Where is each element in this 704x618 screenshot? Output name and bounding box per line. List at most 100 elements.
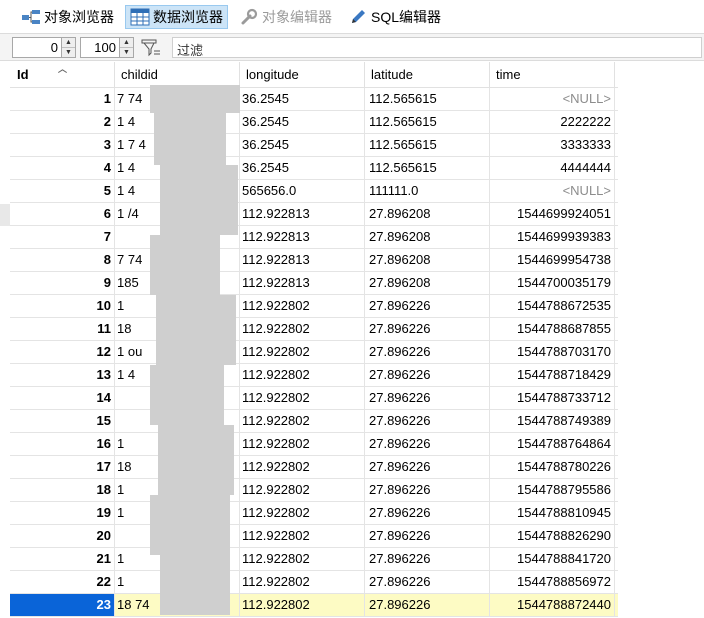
cell-id[interactable]: 16 [10,433,115,455]
cell-childid[interactable] [115,410,240,432]
cell-latitude[interactable]: 111111.0 [365,180,490,202]
offset-input[interactable]: 0 [12,37,62,58]
cell-latitude[interactable]: 27.896226 [365,525,490,547]
cell-time[interactable]: 3333333 [490,134,615,156]
table-row[interactable]: 87 74 112.922813 27.896208 1544699954738 [10,249,618,272]
cell-latitude[interactable]: 27.896208 [365,249,490,271]
cell-longitude[interactable]: 112.922802 [240,387,365,409]
cell-time[interactable]: 1544788718429 [490,364,615,386]
cell-longitude[interactable]: 112.922802 [240,571,365,593]
cell-latitude[interactable]: 27.896226 [365,502,490,524]
table-row[interactable]: 18 1 112.922802 27.896226 1544788795586 [10,479,618,502]
cell-longitude[interactable]: 36.2545 [240,134,365,156]
cell-id[interactable]: 13 [10,364,115,386]
table-row[interactable]: 22 1 112.922802 27.896226 1544788856972 [10,571,618,594]
cell-time[interactable]: 1544788872440 [490,594,615,616]
cell-longitude[interactable]: 112.922802 [240,433,365,455]
cell-time[interactable]: 1544788826290 [490,525,615,547]
cell-childid[interactable]: 7 74 [115,249,240,271]
cell-latitude[interactable]: 27.896208 [365,203,490,225]
cell-time[interactable]: 1544788841720 [490,548,615,570]
cell-childid[interactable]: 18 [115,456,240,478]
cell-longitude[interactable]: 112.922813 [240,272,365,294]
cell-childid[interactable] [115,525,240,547]
cell-id[interactable]: 12 [10,341,115,363]
cell-id[interactable]: 23 [10,594,115,616]
offset-stepper[interactable]: 0 ▲ ▼ [12,37,76,58]
cell-longitude[interactable]: 112.922813 [240,203,365,225]
cell-childid[interactable]: 1 4 [115,180,240,202]
cell-childid[interactable]: 18 [115,318,240,340]
cell-latitude[interactable]: 112.565615 [365,88,490,110]
cell-longitude[interactable]: 112.922802 [240,410,365,432]
table-row[interactable]: 20 112.922802 27.896226 1544788826290 [10,525,618,548]
stepper-down-icon[interactable]: ▼ [120,47,133,57]
limit-input[interactable]: 100 [80,37,120,58]
filter-funnel-icon[interactable] [140,38,162,58]
table-row[interactable]: 51 4 565656.0 111111.0 <NULL> [10,180,618,203]
cell-latitude[interactable]: 27.896226 [365,548,490,570]
limit-stepper[interactable]: 100 ▲ ▼ [80,37,134,58]
table-row[interactable]: 19 1 112.922802 27.896226 1544788810945 [10,502,618,525]
table-row[interactable]: 61 /4 112.922813 27.896208 1544699924051 [10,203,618,226]
cell-latitude[interactable]: 27.896226 [365,571,490,593]
cell-childid[interactable]: 1 ou [115,341,240,363]
cell-time[interactable]: 1544788749389 [490,410,615,432]
cell-latitude[interactable]: 112.565615 [365,157,490,179]
cell-longitude[interactable]: 112.922802 [240,525,365,547]
cell-childid[interactable]: 1 [115,548,240,570]
cell-longitude[interactable]: 36.2545 [240,88,365,110]
table-row[interactable]: 7 112.922813 27.896208 1544699939383 [10,226,618,249]
cell-latitude[interactable]: 27.896226 [365,410,490,432]
object-browser-button[interactable]: 对象浏览器 [16,5,119,29]
cell-childid[interactable]: 1 4 [115,111,240,133]
column-header-longitude[interactable]: longitude [240,62,365,87]
cell-childid[interactable]: 1 [115,295,240,317]
cell-latitude[interactable]: 27.896226 [365,295,490,317]
cell-longitude[interactable]: 112.922802 [240,341,365,363]
cell-latitude[interactable]: 27.896226 [365,318,490,340]
cell-longitude[interactable]: 112.922813 [240,226,365,248]
cell-id[interactable]: 1 [10,88,115,110]
cell-latitude[interactable]: 27.896226 [365,341,490,363]
cell-longitude[interactable]: 36.2545 [240,157,365,179]
table-row[interactable]: 16 1 112.922802 27.896226 1544788764864 [10,433,618,456]
cell-time[interactable]: 4444444 [490,157,615,179]
cell-id[interactable]: 7 [10,226,115,248]
cell-childid[interactable]: 1 [115,571,240,593]
cell-childid[interactable]: 1 /4 [115,203,240,225]
cell-childid[interactable]: 1 [115,479,240,501]
cell-childid[interactable] [115,387,240,409]
data-browser-button[interactable]: 数据浏览器 [125,4,228,29]
table-row[interactable]: 41 4 36.2545 112.565615 4444444 [10,157,618,180]
cell-latitude[interactable]: 27.896226 [365,479,490,501]
cell-id[interactable]: 18 [10,479,115,501]
table-row[interactable]: 10 1 112.922802 27.896226 1544788672535 [10,295,618,318]
cell-time[interactable]: 1544788810945 [490,502,615,524]
table-row[interactable]: 11 18 112.922802 27.896226 1544788687855 [10,318,618,341]
cell-time[interactable]: <NULL> [490,180,615,202]
cell-latitude[interactable]: 112.565615 [365,134,490,156]
table-row[interactable]: 14 112.922802 27.896226 1544788733712 [10,387,618,410]
cell-latitude[interactable]: 27.896226 [365,594,490,616]
cell-id[interactable]: 8 [10,249,115,271]
cell-time[interactable]: 2222222 [490,111,615,133]
column-header-time[interactable]: time [490,62,615,87]
cell-latitude[interactable]: 27.896226 [365,433,490,455]
cell-id[interactable]: 4 [10,157,115,179]
cell-longitude[interactable]: 112.922802 [240,364,365,386]
cell-id[interactable]: 20 [10,525,115,547]
cell-time[interactable]: 1544700035179 [490,272,615,294]
cell-id[interactable]: 9 [10,272,115,294]
cell-childid[interactable] [115,226,240,248]
cell-time[interactable]: 1544788780226 [490,456,615,478]
cell-childid[interactable]: 1 7 4 [115,134,240,156]
cell-longitude[interactable]: 112.922802 [240,548,365,570]
table-row[interactable]: 9 185 112.922813 27.896208 1544700035179 [10,272,618,295]
table-row[interactable]: 12 1 ou 112.922802 27.896226 1544788703170 [10,341,618,364]
cell-time[interactable]: 1544788672535 [490,295,615,317]
object-editor-button[interactable]: 对象编辑器 [234,5,337,29]
cell-time[interactable]: 1544788795586 [490,479,615,501]
cell-longitude[interactable]: 112.922802 [240,479,365,501]
column-header-childid[interactable]: childid [115,62,240,87]
